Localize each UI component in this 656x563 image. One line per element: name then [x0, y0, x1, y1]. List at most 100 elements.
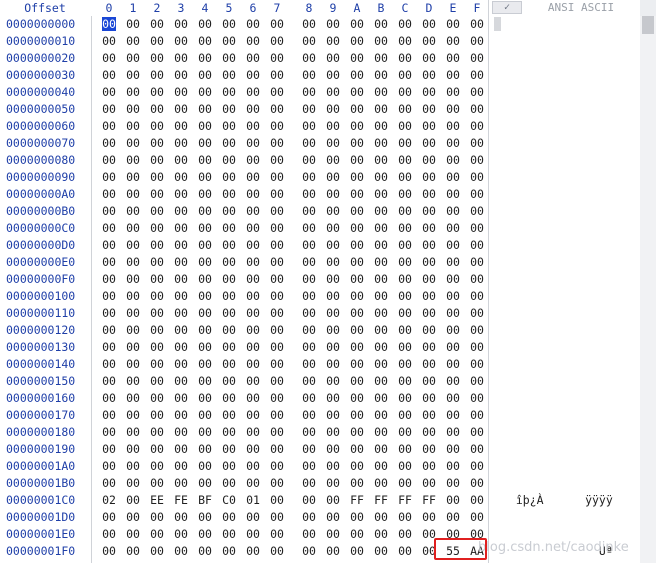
hex-byte[interactable]: 00	[193, 509, 217, 526]
hex-byte[interactable]: 00	[217, 254, 241, 271]
hex-byte[interactable]: 00	[369, 475, 393, 492]
hex-byte[interactable]: 00	[345, 220, 369, 237]
hex-byte[interactable]: 00	[169, 220, 193, 237]
hex-byte[interactable]: 00	[465, 186, 489, 203]
hex-byte[interactable]: 00	[241, 101, 265, 118]
hex-byte[interactable]: 00	[217, 220, 241, 237]
hex-byte[interactable]: 00	[241, 322, 265, 339]
hex-byte[interactable]: 00	[97, 254, 121, 271]
hex-byte[interactable]: 00	[121, 543, 145, 560]
hex-byte[interactable]: 00	[345, 50, 369, 67]
hex-byte[interactable]: 00	[369, 118, 393, 135]
hex-byte[interactable]: 00	[345, 475, 369, 492]
hex-byte[interactable]: 00	[345, 305, 369, 322]
hex-byte[interactable]: 00	[217, 271, 241, 288]
hex-byte[interactable]: 00	[193, 458, 217, 475]
hex-byte[interactable]: 00	[241, 441, 265, 458]
hex-byte[interactable]: 00	[297, 16, 321, 33]
hex-byte[interactable]: 00	[265, 339, 289, 356]
hex-byte[interactable]: 00	[97, 50, 121, 67]
hex-byte[interactable]: 00	[121, 67, 145, 84]
hex-byte[interactable]: 00	[169, 203, 193, 220]
hex-byte[interactable]: 00	[417, 220, 441, 237]
hex-byte[interactable]: 00	[369, 203, 393, 220]
hex-byte[interactable]: 00	[145, 390, 169, 407]
hex-byte[interactable]: 00	[97, 543, 121, 560]
hex-byte[interactable]: 00	[417, 322, 441, 339]
hex-byte[interactable]: 02	[97, 492, 121, 509]
hex-byte[interactable]: 00	[217, 101, 241, 118]
hex-byte[interactable]: 00	[369, 458, 393, 475]
hex-byte[interactable]: 00	[121, 339, 145, 356]
hex-byte[interactable]: 00	[169, 254, 193, 271]
hex-byte[interactable]: 00	[369, 390, 393, 407]
hex-byte[interactable]: 00	[393, 67, 417, 84]
hex-byte[interactable]: 00	[241, 220, 265, 237]
hex-byte[interactable]: 00	[441, 356, 465, 373]
hex-byte[interactable]: 00	[145, 169, 169, 186]
hex-byte[interactable]: 00	[321, 152, 345, 169]
hex-byte[interactable]: 00	[393, 424, 417, 441]
hex-byte[interactable]: 00	[265, 84, 289, 101]
hex-byte[interactable]: 00	[441, 322, 465, 339]
hex-byte[interactable]: 00	[97, 169, 121, 186]
hex-byte[interactable]: FE	[169, 492, 193, 509]
hex-byte[interactable]: 00	[369, 33, 393, 50]
hex-byte[interactable]: 00	[369, 16, 393, 33]
hex-byte[interactable]: 00	[121, 322, 145, 339]
hex-byte[interactable]: 00	[265, 475, 289, 492]
hex-byte[interactable]: 00	[393, 407, 417, 424]
hex-byte[interactable]: 00	[417, 254, 441, 271]
hex-byte[interactable]: 00	[297, 373, 321, 390]
hex-byte[interactable]: 00	[321, 441, 345, 458]
hex-byte[interactable]: 00	[465, 288, 489, 305]
hex-byte[interactable]: 00	[97, 118, 121, 135]
hex-byte[interactable]: 00	[121, 50, 145, 67]
hex-byte[interactable]: 00	[265, 16, 289, 33]
hex-byte[interactable]: 00	[217, 288, 241, 305]
hex-byte[interactable]: 00	[265, 254, 289, 271]
hex-byte[interactable]: 00	[297, 288, 321, 305]
hex-byte[interactable]: 00	[393, 288, 417, 305]
hex-byte[interactable]: 00	[345, 271, 369, 288]
hex-byte[interactable]: 00	[393, 271, 417, 288]
hex-byte[interactable]: 00	[345, 152, 369, 169]
hex-byte[interactable]: 00	[393, 33, 417, 50]
hex-byte[interactable]: 00	[145, 458, 169, 475]
hex-byte[interactable]: 00	[441, 118, 465, 135]
hex-byte[interactable]: 00	[169, 67, 193, 84]
hex-byte[interactable]: 00	[97, 475, 121, 492]
hex-byte[interactable]: 00	[441, 441, 465, 458]
hex-byte[interactable]: 00	[121, 526, 145, 543]
hex-byte[interactable]: 00	[241, 186, 265, 203]
hex-byte[interactable]: 00	[241, 407, 265, 424]
hex-byte[interactable]: 00	[393, 509, 417, 526]
hex-byte[interactable]: 00	[345, 441, 369, 458]
hex-byte[interactable]: 00	[121, 33, 145, 50]
hex-byte[interactable]: 00	[297, 526, 321, 543]
hex-byte[interactable]: 00	[169, 50, 193, 67]
hex-byte[interactable]: 00	[169, 526, 193, 543]
hex-byte[interactable]: 00	[97, 186, 121, 203]
hex-byte[interactable]: 00	[321, 475, 345, 492]
hex-byte[interactable]: 00	[121, 254, 145, 271]
hex-byte[interactable]: 00	[321, 509, 345, 526]
hex-byte[interactable]: 00	[345, 237, 369, 254]
hex-byte[interactable]: 00	[193, 220, 217, 237]
hex-byte[interactable]: 00	[97, 526, 121, 543]
hex-byte[interactable]: 00	[369, 356, 393, 373]
hex-byte[interactable]: 00	[441, 135, 465, 152]
hex-byte[interactable]: 00	[121, 441, 145, 458]
hex-byte[interactable]: 00	[345, 390, 369, 407]
hex-byte[interactable]: 00	[393, 526, 417, 543]
hex-byte[interactable]: 00	[241, 67, 265, 84]
hex-byte[interactable]: 00	[441, 458, 465, 475]
hex-byte[interactable]: 00	[97, 288, 121, 305]
hex-byte[interactable]: 00	[369, 67, 393, 84]
hex-byte[interactable]: 00	[217, 135, 241, 152]
hex-byte[interactable]: 00	[217, 186, 241, 203]
hex-byte[interactable]: 00	[441, 16, 465, 33]
hex-byte[interactable]: 00	[417, 67, 441, 84]
hex-byte[interactable]: 00	[193, 118, 217, 135]
hex-byte[interactable]: 00	[241, 84, 265, 101]
